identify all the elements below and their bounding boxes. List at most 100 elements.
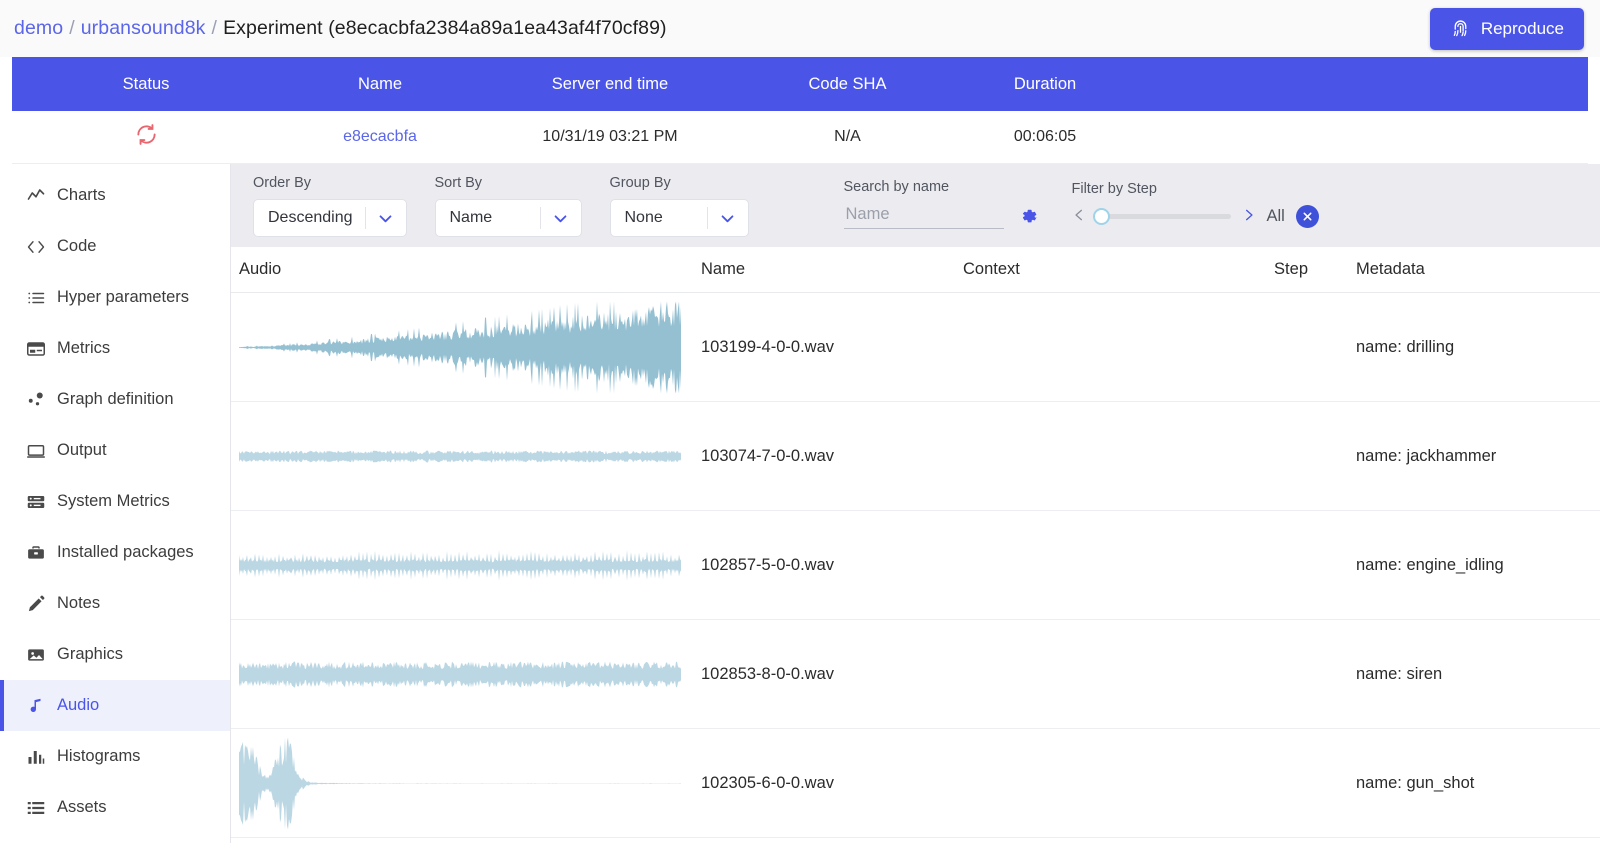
order-by-label: Order By <box>253 175 407 191</box>
experiment-summary-table: Status Name Server end time Code SHA Dur… <box>12 57 1588 164</box>
group-by-select[interactable]: None <box>610 199 749 237</box>
bar-chart-icon <box>26 748 45 766</box>
sidebar-item-assets[interactable]: Assets <box>0 782 230 833</box>
audio-name-cell: 103074-7-0-0.wav <box>701 447 963 466</box>
chart-line-icon <box>26 187 45 205</box>
audio-metadata-cell: name: siren <box>1308 665 1558 684</box>
reproduce-label: Reproduce <box>1481 19 1564 39</box>
experiment-table-row[interactable]: e8ecacbfa 10/31/19 03:21 PM N/A 00:06:05 <box>12 111 1588 164</box>
audio-waveform[interactable] <box>239 300 682 395</box>
group-by-label: Group By <box>610 175 749 191</box>
run-name-cell: e8ecacbfa <box>280 128 480 146</box>
sidebar-item-graph-definition[interactable]: Graph definition <box>0 374 230 425</box>
search-input[interactable] <box>844 203 1004 229</box>
chevron-left-icon[interactable] <box>1072 206 1086 228</box>
step-filter-label: Filter by Step <box>1072 181 1319 197</box>
sort-by-value: Name <box>436 209 540 227</box>
audio-cell[interactable] <box>239 300 701 395</box>
sidebar-item-system-metrics[interactable]: System Metrics <box>0 476 230 527</box>
chevron-down-icon <box>708 210 748 227</box>
step-slider-thumb[interactable] <box>1093 208 1110 225</box>
graph-nodes-icon <box>26 391 45 409</box>
audio-table-body: 103199-4-0-0.wavname: drilling103074-7-0… <box>231 293 1600 838</box>
sidebar-item-hyper-parameters[interactable]: Hyper parameters <box>0 272 230 323</box>
sidebar-item-label: Code <box>57 237 96 256</box>
audio-waveform[interactable] <box>239 409 682 504</box>
sidebar-item-charts[interactable]: Charts <box>0 170 230 221</box>
breadcrumb-project[interactable]: urbansound8k <box>81 17 206 40</box>
sort-by-group: Sort By Name <box>435 175 582 237</box>
sort-by-select[interactable]: Name <box>435 199 582 237</box>
audio-metadata-cell: name: engine_idling <box>1308 556 1558 575</box>
briefcase-icon <box>26 544 45 562</box>
step-filter-value: All <box>1267 207 1285 226</box>
server-icon <box>26 493 45 511</box>
column-header-duration: Duration <box>955 75 1135 94</box>
sidebar-item-metrics[interactable]: Metrics <box>0 323 230 374</box>
table-row[interactable]: 102857-5-0-0.wavname: engine_idling <box>231 511 1600 620</box>
audio-name-cell: 103199-4-0-0.wav <box>701 338 963 357</box>
main-panel: Order By Descending Sort By Name <box>231 164 1600 843</box>
experiment-table-header: Status Name Server end time Code SHA Dur… <box>12 57 1588 111</box>
group-by-group: Group By None <box>610 175 749 237</box>
audio-cell[interactable] <box>239 627 701 722</box>
breadcrumb-separator-1: / <box>69 17 75 40</box>
group-by-value: None <box>611 209 707 227</box>
close-circle-icon[interactable] <box>1296 205 1319 228</box>
audio-name-cell: 102305-6-0-0.wav <box>701 774 963 793</box>
code-brackets-icon <box>26 238 45 256</box>
filter-toolbar: Order By Descending Sort By Name <box>231 164 1600 247</box>
metrics-icon <box>26 340 45 358</box>
column-header-name: Name <box>280 75 480 94</box>
server-end-time-cell: 10/31/19 03:21 PM <box>480 128 740 146</box>
column-header-step: Step <box>1253 260 1308 279</box>
audio-waveform[interactable] <box>239 518 682 613</box>
sidebar-item-label: Histograms <box>57 747 140 766</box>
step-slider[interactable] <box>1097 214 1231 219</box>
sidebar-item-label: Graph definition <box>57 390 174 409</box>
audio-cell[interactable] <box>239 518 701 613</box>
sidebar-item-label: System Metrics <box>57 492 170 511</box>
monitor-icon <box>26 442 45 460</box>
breadcrumb-separator-2: / <box>212 17 218 40</box>
reproduce-button[interactable]: Reproduce <box>1430 8 1584 50</box>
pencil-icon <box>26 595 45 613</box>
column-header-name: Name <box>701 260 963 279</box>
assets-list-icon <box>26 799 45 817</box>
step-filter-row: All <box>1072 205 1319 228</box>
audio-table-header: Audio Name Context Step Metadata <box>231 247 1600 293</box>
table-row[interactable]: 102853-8-0-0.wav name: siren <box>231 620 1600 729</box>
sidebar-item-audio[interactable]: Audio <box>0 680 230 731</box>
column-header-context: Context <box>963 260 1253 279</box>
gear-icon[interactable] <box>1018 206 1039 227</box>
table-row[interactable]: 103074-7-0-0.wavname: jackhammer <box>231 402 1600 511</box>
sidebar-item-notes[interactable]: Notes <box>0 578 230 629</box>
sidebar-item-output[interactable]: Output <box>0 425 230 476</box>
breadcrumb-workspace[interactable]: demo <box>14 17 63 40</box>
audio-metadata-cell: name: gun_shot <box>1308 774 1558 793</box>
sidebar: Charts Code Hyper parameters Metrics Gra <box>0 164 231 843</box>
table-row[interactable]: 103199-4-0-0.wavname: drilling <box>231 293 1600 402</box>
audio-waveform[interactable] <box>239 736 682 831</box>
step-filter-group: Filter by Step All <box>1072 175 1319 228</box>
audio-cell[interactable] <box>239 409 701 504</box>
order-by-select[interactable]: Descending <box>253 199 407 237</box>
status-cell <box>12 123 280 151</box>
sidebar-item-code[interactable]: Code <box>0 221 230 272</box>
sidebar-item-histograms[interactable]: Histograms <box>0 731 230 782</box>
audio-name-cell: 102853-8-0-0.wav <box>701 665 963 684</box>
sidebar-item-label: Installed packages <box>57 543 194 562</box>
sidebar-item-label: Metrics <box>57 339 110 358</box>
music-note-icon <box>26 697 45 715</box>
sidebar-item-label: Charts <box>57 186 106 205</box>
audio-waveform[interactable] <box>239 627 682 722</box>
chevron-right-icon[interactable] <box>1242 206 1256 228</box>
column-header-metadata: Metadata <box>1308 260 1558 279</box>
audio-cell[interactable] <box>239 736 701 831</box>
search-group: Search by name <box>844 175 1039 229</box>
sidebar-item-graphics[interactable]: Graphics <box>0 629 230 680</box>
body-split: Charts Code Hyper parameters Metrics Gra <box>0 164 1600 843</box>
table-row[interactable]: 102305-6-0-0.wav name: gun_shot <box>231 729 1600 838</box>
run-name-link[interactable]: e8ecacbfa <box>343 128 417 145</box>
sidebar-item-installed-packages[interactable]: Installed packages <box>0 527 230 578</box>
